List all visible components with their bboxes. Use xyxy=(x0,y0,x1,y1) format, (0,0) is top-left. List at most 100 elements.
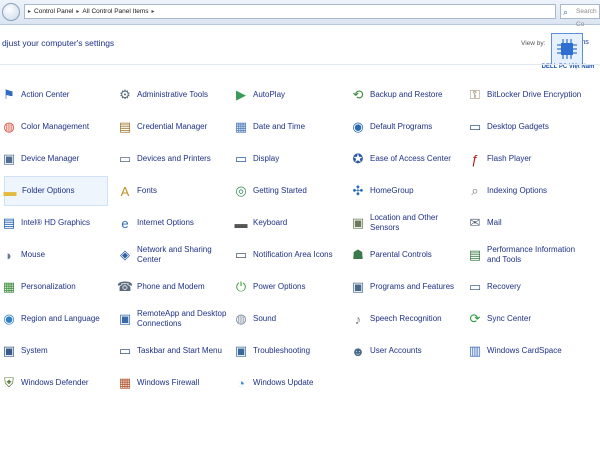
control-panel-item[interactable]: ◍ Color Management xyxy=(3,112,108,142)
control-panel-item[interactable]: ◍ Sound xyxy=(235,304,350,334)
control-panel-item[interactable]: ▣ Programs and Features xyxy=(352,272,467,302)
device-manager-icon: ▣ xyxy=(2,151,16,166)
control-panel-item[interactable]: ▭ Taskbar and Start Menu xyxy=(119,336,234,366)
control-panel-item[interactable]: ⏻ Power Options xyxy=(236,272,350,302)
control-panel-item[interactable]: ▤ Credential Manager xyxy=(119,112,234,142)
control-panel-item[interactable]: ▣ RemoteApp and Desktop Connections xyxy=(119,304,234,334)
control-panel-item[interactable]: ▬ Keyboard xyxy=(235,208,350,238)
control-panel-item-label: Desktop Gadgets xyxy=(487,122,549,131)
control-panel-item[interactable]: ▣ Device Manager xyxy=(3,144,108,174)
fonts-icon: A xyxy=(120,183,130,199)
troubleshooting-icon: ▣ xyxy=(234,343,248,358)
flag-icon: ⚑ xyxy=(3,87,15,102)
control-panel-item[interactable]: ☎ Phone and Modem xyxy=(117,272,234,302)
control-panel-item[interactable]: ▭ Notification Area Icons xyxy=(235,240,350,270)
control-panel-item[interactable]: ▦ Windows Firewall xyxy=(119,368,234,398)
control-panel-item[interactable]: ◉ Default Programs xyxy=(352,112,467,142)
control-panel-item[interactable]: ✉ Mail xyxy=(470,208,584,238)
control-panel-item[interactable]: ▦ Personalization xyxy=(3,272,108,302)
control-panel-item[interactable]: ▭ Recovery xyxy=(469,272,584,302)
control-panel-item-label: Fonts xyxy=(137,186,158,195)
control-panel-item[interactable]: ◈ Network and Sharing Center xyxy=(120,240,234,270)
address-field[interactable]: ▸ Control Panel ▸ All Control Panel Item… xyxy=(24,4,556,19)
breadcrumb-arrow[interactable]: ▸ xyxy=(152,8,155,15)
control-panel-item-label: Windows CardSpace xyxy=(487,346,562,355)
breadcrumb-arrow[interactable]: ▸ xyxy=(28,8,31,15)
globe-icon: ◉ xyxy=(3,311,15,326)
control-panel-item-label: Device Manager xyxy=(21,154,80,163)
back-button[interactable] xyxy=(2,3,20,21)
control-panel-item-label: Windows Defender xyxy=(21,378,89,387)
control-panel-item-label: AutoPlay xyxy=(253,90,286,99)
control-panel-item[interactable]: ▭ Devices and Printers xyxy=(119,144,234,174)
control-panel-item[interactable]: ✣ HomeGroup xyxy=(353,176,467,206)
search-icon: ⌕ xyxy=(563,7,569,17)
search-input[interactable]: ⌕ Search Co xyxy=(560,4,600,28)
control-panel-item[interactable]: ▣ System xyxy=(3,336,108,366)
control-panel-item-label: Power Options xyxy=(253,282,306,291)
control-panel-item-label: Phone and Modem xyxy=(137,282,205,291)
control-panel-item-label: Credential Manager xyxy=(137,122,208,131)
display-icon: ▭ xyxy=(234,151,248,166)
control-panel-item[interactable]: ♪ Speech Recognition xyxy=(353,304,467,334)
control-panel-item-label: Notification Area Icons xyxy=(253,250,333,259)
control-panel-item[interactable]: ⚿ BitLocker Drive Encryption xyxy=(470,80,584,110)
mail-icon: ✉ xyxy=(469,215,481,230)
control-panel-item[interactable]: ☻ User Accounts xyxy=(351,336,467,366)
control-panel-item-label: Getting Started xyxy=(253,186,307,195)
control-panel-item[interactable]: e Internet Options xyxy=(120,208,234,238)
control-panel-item[interactable]: ▦ Date and Time xyxy=(235,112,350,142)
credential-icon: ▤ xyxy=(118,119,132,134)
control-panel-item[interactable]: ⌕ Indexing Options xyxy=(470,176,584,206)
control-panel-item-label: HomeGroup xyxy=(370,186,414,195)
control-panel-item[interactable]: ⟳ Sync Center xyxy=(470,304,584,334)
control-panel-item[interactable]: ▤ Intel® HD Graphics xyxy=(3,208,108,238)
control-panel-item-label: Region and Language xyxy=(21,314,100,323)
color-management-icon: ◍ xyxy=(3,119,15,134)
control-panel-item[interactable]: ⚙ Administrative Tools xyxy=(119,80,234,110)
user-accounts-icon: ☻ xyxy=(351,343,365,359)
homegroup-icon: ✣ xyxy=(352,183,364,198)
control-panel-item[interactable]: ✪ Ease of Access Center xyxy=(353,144,467,174)
control-panel-item[interactable]: ▤ Performance Information and Tools xyxy=(469,240,584,270)
location-icon: ▣ xyxy=(351,215,365,230)
control-panel-item[interactable]: ◎ Getting Started xyxy=(235,176,350,206)
control-panel-item-label: Mail xyxy=(487,218,502,227)
control-panel-item-label: Parental Controls xyxy=(370,250,432,259)
parental-controls-icon: ☗ xyxy=(352,247,364,262)
control-panel-item[interactable]: ▬ Folder Options xyxy=(4,176,108,206)
control-panel-item[interactable]: A Fonts xyxy=(120,176,234,206)
control-panel-item-label: Indexing Options xyxy=(487,186,548,195)
breadcrumb-arrow[interactable]: ▸ xyxy=(76,8,79,15)
control-panel-item[interactable]: ▣ Troubleshooting xyxy=(235,336,350,366)
chip-icon xyxy=(551,33,583,65)
control-panel-item[interactable]: ⚑ Action Center xyxy=(3,80,108,110)
control-panel-item-label: Taskbar and Start Menu xyxy=(137,346,222,355)
control-panel-item[interactable]: ▭ Display xyxy=(235,144,350,174)
control-panel-item[interactable]: ▭ Desktop Gadgets xyxy=(469,112,584,142)
breadcrumb-all-items[interactable]: All Control Panel Items xyxy=(82,8,148,15)
control-panel-item-label: User Accounts xyxy=(370,346,422,355)
control-panel-item[interactable]: ƒ Flash Player xyxy=(470,144,584,174)
control-panel-item[interactable]: ◔ Windows Update xyxy=(236,368,350,398)
control-panel-item-label: RemoteApp and Desktop Connections xyxy=(137,309,227,328)
control-panel-item[interactable]: ▣ Location and Other Sensors xyxy=(352,208,467,238)
defender-icon: ⛨ xyxy=(4,375,14,390)
control-panel-item-label: BitLocker Drive Encryption xyxy=(487,90,582,99)
control-panel-item-label: Devices and Printers xyxy=(137,154,211,163)
control-panel-item-label: Folder Options xyxy=(22,186,75,195)
address-bar: ▸ Control Panel ▸ All Control Panel Item… xyxy=(0,0,600,28)
control-panel-item-label: Display xyxy=(253,154,280,163)
control-panel-item[interactable]: ☗ Parental Controls xyxy=(352,240,467,270)
control-panel-item[interactable]: ▥ Windows CardSpace xyxy=(469,336,584,366)
programs-icon: ▣ xyxy=(351,279,365,294)
control-panel-item[interactable]: ⟲ Backup and Restore xyxy=(353,80,467,110)
control-panel-item-label: Troubleshooting xyxy=(253,346,311,355)
control-panel-item[interactable]: ◗ Mouse xyxy=(4,240,108,270)
printer-icon: ▭ xyxy=(118,151,132,166)
control-panel-item[interactable]: ▶ AutoPlay xyxy=(236,80,350,110)
control-panel-item[interactable]: ⛨ Windows Defender xyxy=(4,368,108,398)
breadcrumb-control-panel[interactable]: Control Panel xyxy=(34,8,73,15)
control-panel-item[interactable]: ◉ Region and Language xyxy=(3,304,108,334)
control-panel-item-label: Mouse xyxy=(21,250,46,259)
